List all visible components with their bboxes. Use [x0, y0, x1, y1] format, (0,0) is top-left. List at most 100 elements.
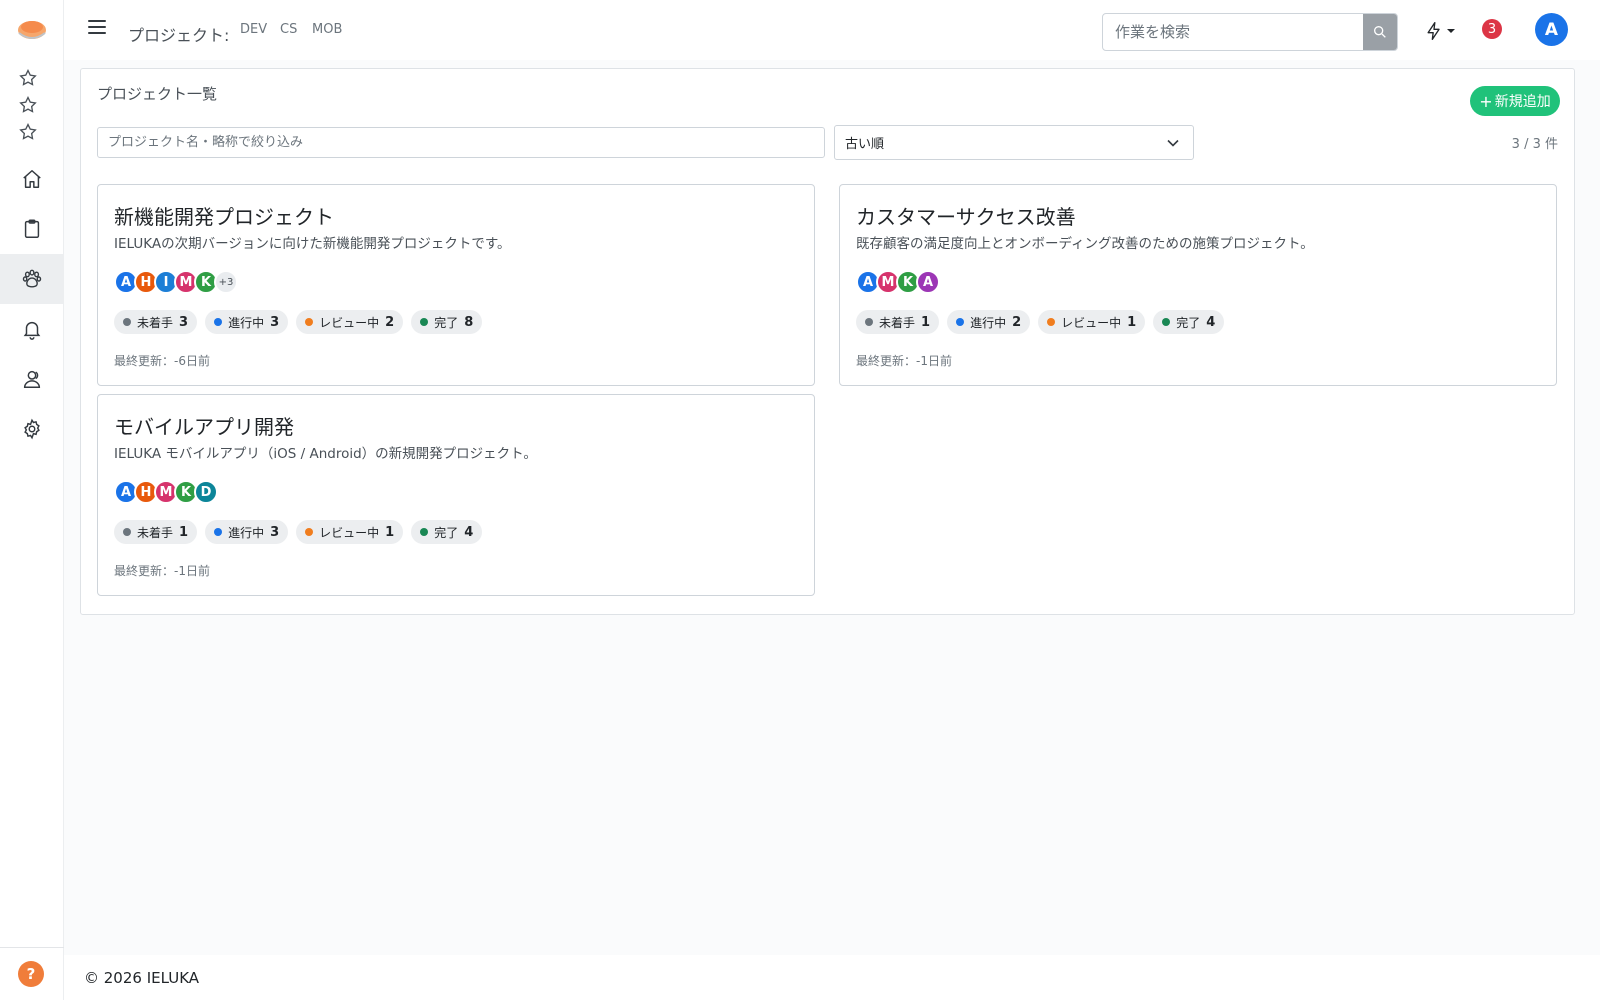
lightning-icon — [1427, 22, 1440, 40]
status-chip-done: 完了 4 — [1153, 310, 1225, 334]
status-dot-icon — [123, 318, 131, 326]
status-dot-icon — [865, 318, 873, 326]
sidebar-item-members[interactable] — [0, 354, 64, 404]
member-avatar: A — [916, 270, 940, 294]
status-chip-doing: 進行中 3 — [205, 520, 289, 544]
quick-actions-button[interactable] — [1424, 20, 1458, 42]
status-label: 完了 — [434, 315, 459, 330]
caret-down-icon — [1447, 29, 1455, 33]
status-chips: 未着手 1 進行中 3 レビュー中 1 完了 4 — [114, 520, 483, 544]
paw-icon — [22, 269, 42, 288]
status-chip-doing: 進行中 3 — [205, 310, 289, 334]
status-dot-icon — [1162, 318, 1171, 326]
status-chip-doing: 進行中 2 — [947, 310, 1031, 334]
status-label: 完了 — [1176, 315, 1201, 330]
status-label: 未着手 — [137, 525, 174, 540]
status-label: 進行中 — [228, 315, 265, 330]
project-card-description: IELUKA モバイルアプリ（iOS / Android）の新規開発プロジェクト… — [114, 446, 537, 462]
project-card-description: 既存顧客の満足度向上とオンボーディング改善のための施策プロジェクト。 — [856, 236, 1314, 252]
project-card-description: IELUKAの次期バージョンに向けた新機能開発プロジェクトです。 — [114, 236, 511, 252]
status-dot-icon — [305, 528, 314, 536]
project-card-title[interactable]: 新機能開発プロジェクト — [114, 201, 334, 230]
project-link-dev[interactable]: DEV — [240, 22, 267, 37]
last-updated: 最終更新：-6日前 — [114, 354, 210, 368]
bell-icon — [23, 321, 41, 340]
add-project-button[interactable]: + 新規追加 — [1470, 86, 1560, 116]
project-card[interactable]: 新機能開発プロジェクト IELUKAの次期バージョンに向けた新機能開発プロジェク… — [97, 184, 815, 386]
member-avatars: A H M K D — [114, 479, 218, 505]
search-box — [1102, 13, 1398, 51]
plus-icon: + — [1479, 91, 1493, 111]
notification-badge[interactable]: 3 — [1482, 19, 1502, 39]
status-label: 進行中 — [970, 315, 1007, 330]
status-chip-review: レビュー中 1 — [1038, 310, 1146, 334]
status-count: 1 — [1127, 314, 1137, 330]
status-count: 4 — [464, 524, 474, 540]
status-dot-icon — [214, 528, 223, 536]
app-logo-icon[interactable] — [16, 16, 48, 44]
project-list-panel: プロジェクト一覧 + 新規追加 古い順 3 / 3 件 新機能開発プロジェクト … — [80, 68, 1575, 615]
search-input[interactable] — [1103, 14, 1361, 50]
status-chip-todo: 未着手 1 — [114, 520, 198, 544]
project-card-title[interactable]: モバイルアプリ開発 — [114, 411, 294, 440]
status-label: レビュー中 — [1061, 315, 1122, 330]
member-avatars: A H I M K +3 — [114, 269, 238, 295]
search-icon — [1374, 25, 1386, 38]
project-card-title[interactable]: カスタマーサクセス改善 — [856, 201, 1076, 230]
footer: © 2026 IELUKA — [64, 955, 1600, 1000]
status-count: 4 — [1206, 314, 1216, 330]
project-link-mob[interactable]: MOB — [312, 22, 342, 37]
last-updated: 最終更新：-1日前 — [856, 354, 952, 368]
sort-select-value: 古い順 — [845, 137, 885, 152]
status-count: 3 — [179, 314, 189, 330]
sort-select[interactable]: 古い順 — [834, 125, 1194, 160]
status-chip-todo: 未着手 1 — [856, 310, 940, 334]
help-button[interactable]: ? — [18, 961, 44, 987]
sidebar-item-home[interactable] — [0, 154, 64, 204]
home-icon — [23, 170, 41, 188]
status-dot-icon — [214, 318, 223, 326]
status-count: 3 — [270, 314, 280, 330]
chevron-down-icon — [1167, 139, 1179, 147]
sidebar-item-notifications[interactable] — [0, 304, 64, 354]
users-icon — [23, 370, 41, 388]
search-button[interactable] — [1363, 14, 1397, 50]
page-title: プロジェクト一覧 — [97, 85, 218, 103]
status-label: 完了 — [434, 525, 459, 540]
project-card[interactable]: カスタマーサクセス改善 既存顧客の満足度向上とオンボーディング改善のための施策プ… — [839, 184, 1557, 386]
status-count: 2 — [385, 314, 395, 330]
status-label: レビュー中 — [319, 315, 380, 330]
status-dot-icon — [305, 318, 314, 326]
status-label: 未着手 — [879, 315, 916, 330]
project-link-cs[interactable]: CS — [280, 22, 297, 37]
status-chip-done: 完了 8 — [411, 310, 483, 334]
sidebar-item-projects[interactable] — [0, 254, 64, 304]
sidebar-item-settings[interactable] — [0, 404, 64, 454]
result-count: 3 / 3 件 — [1511, 137, 1558, 152]
project-label: プロジェクト: — [128, 26, 230, 45]
sidebar: ? — [0, 0, 64, 1000]
status-chips: 未着手 1 進行中 2 レビュー中 1 完了 4 — [856, 310, 1225, 334]
status-chip-done: 完了 4 — [411, 520, 483, 544]
project-card[interactable]: モバイルアプリ開発 IELUKA モバイルアプリ（iOS / Android）の… — [97, 394, 815, 596]
clipboard-icon — [24, 219, 40, 238]
member-avatars: A M K A — [856, 269, 940, 295]
status-count: 8 — [464, 314, 474, 330]
add-project-label: 新規追加 — [1494, 94, 1551, 110]
top-header: プロジェクト: DEV CS MOB 3 A — [64, 0, 1600, 60]
star-icon[interactable] — [18, 122, 38, 142]
sidebar-divider — [0, 947, 64, 948]
gear-icon — [24, 418, 40, 440]
star-icon[interactable] — [18, 95, 38, 115]
star-icon[interactable] — [18, 68, 38, 88]
user-avatar[interactable]: A — [1535, 13, 1568, 46]
status-dot-icon — [420, 318, 429, 326]
status-chip-review: レビュー中 2 — [296, 310, 404, 334]
status-dot-icon — [1047, 318, 1056, 326]
project-filter-input[interactable] — [97, 127, 825, 158]
sidebar-item-tasks[interactable] — [0, 204, 64, 254]
status-dot-icon — [123, 528, 131, 536]
status-dot-icon — [420, 528, 429, 536]
menu-toggle-icon[interactable] — [88, 20, 106, 36]
status-dot-icon — [956, 318, 965, 326]
